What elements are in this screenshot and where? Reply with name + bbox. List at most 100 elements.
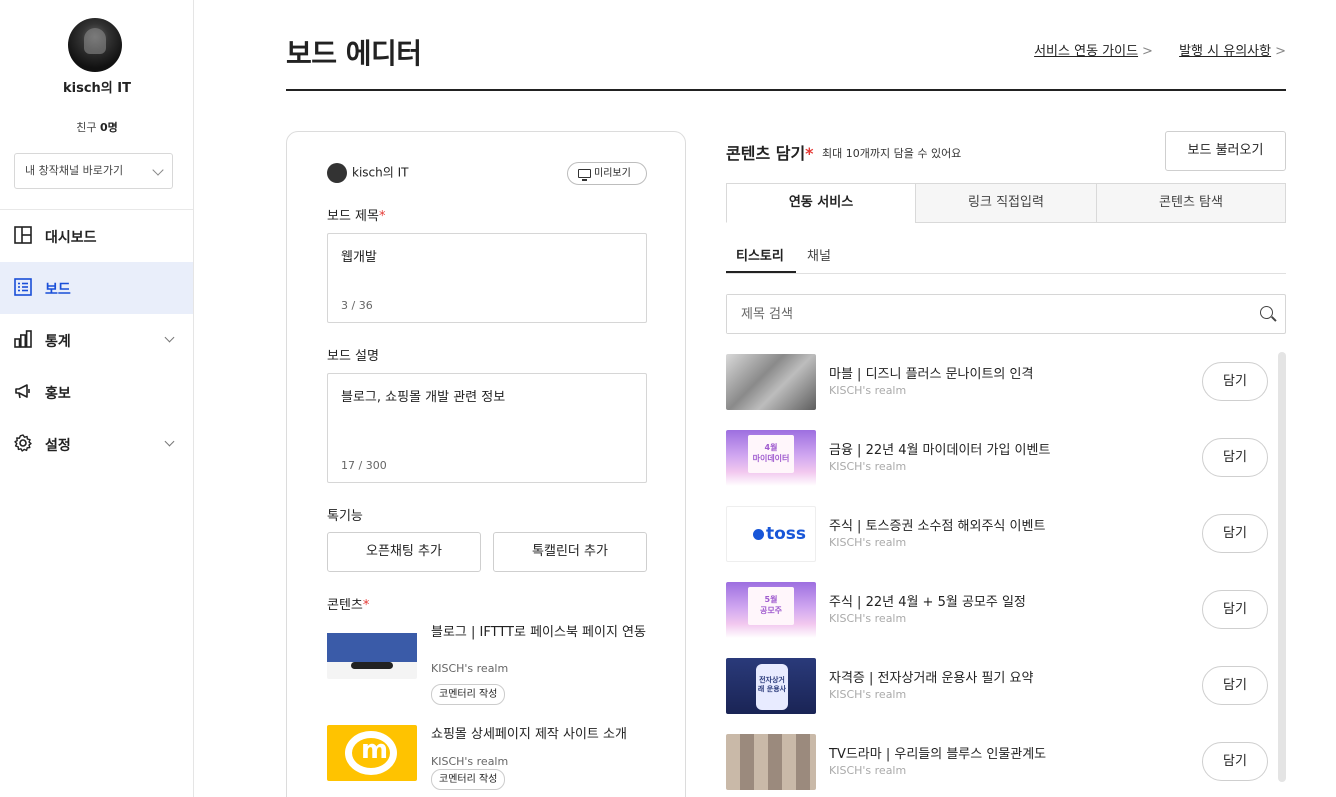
- source-tabs: 연동 서비스 링크 직접입력 콘텐츠 탐색: [726, 183, 1286, 223]
- board-content-item[interactable]: 쇼핑몰 상세페이지 제작 사이트 소개 KISCH's realm 코멘터리 작…: [327, 725, 647, 797]
- profile-nickname: kisch의 IT: [63, 81, 131, 96]
- list-scrollbar[interactable]: [1278, 352, 1286, 782]
- thumb-caption: 4월마이데이터: [748, 435, 794, 473]
- dashboard-icon: [14, 226, 32, 244]
- post-thumbnail: [726, 354, 816, 410]
- tab-direct-link[interactable]: 링크 직접입력: [915, 183, 1097, 223]
- post-thumbnail: 전자상거래 운용사: [726, 658, 816, 714]
- content-title: 쇼핑몰 상세페이지 제작 사이트 소개: [431, 727, 627, 742]
- board-title-label: 보드 제목*: [327, 205, 385, 224]
- profile-avatar[interactable]: [68, 18, 122, 72]
- gear-icon: [14, 434, 32, 452]
- sidebar-item-label: 보드: [45, 282, 71, 298]
- chevron-down-icon[interactable]: [164, 332, 175, 343]
- post-source: KISCH's realm: [829, 460, 907, 473]
- search-icon[interactable]: [1260, 306, 1273, 319]
- post-title: 금융 | 22년 4월 마이데이터 가입 이벤트: [829, 443, 1051, 458]
- owner-name: kisch의 IT: [352, 165, 409, 180]
- tab-linked-service[interactable]: 연동 서비스: [726, 183, 916, 223]
- post-title: TV드라마 | 우리들의 블루스 인물관계도: [829, 747, 1047, 762]
- add-content-button[interactable]: 담기: [1202, 438, 1268, 477]
- header-divider: [286, 89, 1286, 91]
- sidebar-item-label: 홍보: [45, 386, 71, 402]
- thumb-decoration: [351, 662, 393, 669]
- sidebar-item-settings[interactable]: 설정: [0, 418, 193, 470]
- write-commentary-tag[interactable]: 코멘터리 작성: [431, 769, 506, 790]
- app-root: kisch의 IT 친구 0명 내 창작채널 바로가기 대시보드 보드 통계 홍…: [0, 0, 1336, 797]
- thumb-caption-line: 공모주: [759, 606, 783, 615]
- contents-label: 콘텐츠*: [327, 594, 369, 613]
- board-title-counter: 3 / 36: [341, 299, 373, 312]
- publish-notice-link[interactable]: 발행 시 유의사항: [1179, 44, 1271, 59]
- content-title: 블로그 | IFTTT로 페이스북 페이지 연동: [431, 625, 646, 640]
- post-title: 주식 | 22년 4월 + 5월 공모주 일정: [829, 595, 1026, 610]
- chevron-right-icon: >: [1275, 44, 1286, 59]
- sidebar: kisch의 IT 친구 0명 내 창작채널 바로가기 대시보드 보드 통계 홍…: [0, 0, 194, 797]
- friends-count[interactable]: 친구 0명: [0, 119, 194, 135]
- search-input[interactable]: [727, 295, 1227, 333]
- contents-picker-title-text: 콘텐츠 담기: [726, 144, 806, 163]
- megaphone-icon: [15, 384, 30, 399]
- add-openchat-button[interactable]: 오픈채팅 추가: [327, 532, 481, 572]
- list-item: TV드라마 | 우리들의 블루스 인물관계도 KISCH's realm 담기: [726, 734, 1276, 790]
- subtab-active-indicator: [726, 271, 796, 273]
- post-thumbnail: 5월 공모주: [726, 582, 816, 638]
- board-desc-label: 보드 설명: [327, 349, 379, 364]
- add-content-button[interactable]: 담기: [1202, 590, 1268, 629]
- add-content-button[interactable]: 담기: [1202, 362, 1268, 401]
- list-item: 전자상거래 운용사 자격증 | 전자상거래 운용사 필기 요약 KISCH's …: [726, 658, 1276, 714]
- tab-content-explore[interactable]: 콘텐츠 탐색: [1096, 183, 1286, 223]
- toss-logo-text: toss: [766, 524, 807, 544]
- load-board-button[interactable]: 보드 불러오기: [1165, 131, 1286, 171]
- add-content-button[interactable]: 담기: [1202, 666, 1268, 705]
- contents-picker-subtitle: 최대 10개까지 담을 수 있어요: [822, 147, 962, 160]
- bar-chart-icon: [14, 330, 32, 348]
- content-thumbnail: [327, 623, 417, 679]
- subtab-channel[interactable]: 채널: [807, 245, 831, 264]
- sidebar-item-promotion[interactable]: 홍보: [0, 366, 193, 418]
- board-title-input[interactable]: 웹개발 3 / 36: [327, 233, 647, 323]
- post-source: KISCH's realm: [829, 612, 907, 625]
- add-content-button[interactable]: 담기: [1202, 742, 1268, 781]
- add-content-button[interactable]: 담기: [1202, 514, 1268, 553]
- add-talkcalendar-button[interactable]: 톡캘린더 추가: [493, 532, 647, 572]
- thumb-caption-line: 마이데이터: [752, 454, 790, 463]
- monitor-icon: [578, 169, 591, 181]
- chevron-down-icon[interactable]: [164, 436, 175, 447]
- post-title: 주식 | 토스증권 소수점 해외주식 이벤트: [829, 519, 1046, 534]
- title-search: [726, 294, 1286, 334]
- service-subtabs: 티스토리 채널: [726, 236, 1286, 274]
- service-guide-link[interactable]: 서비스 연동 가이드: [1034, 44, 1138, 59]
- write-commentary-tag[interactable]: 코멘터리 작성: [431, 684, 506, 705]
- owner-avatar: [327, 163, 347, 183]
- service-guide-label: 서비스 연동 가이드: [1034, 44, 1139, 59]
- list-item: 4월마이데이터 금융 | 22년 4월 마이데이터 가입 이벤트 KISCH's…: [726, 430, 1276, 486]
- friends-number: 0명: [99, 121, 118, 134]
- sidebar-item-stats[interactable]: 통계: [0, 314, 193, 366]
- post-title: 자격증 | 전자상거래 운용사 필기 요약: [829, 671, 1034, 686]
- sidebar-item-label: 대시보드: [45, 230, 97, 246]
- board-title-label-text: 보드 제목: [327, 209, 379, 224]
- contents-picker-title: 콘텐츠 담기*: [726, 140, 814, 164]
- preview-button[interactable]: 미리보기: [567, 162, 647, 185]
- board-content-item[interactable]: 블로그 | IFTTT로 페이스북 페이지 연동 KISCH's realm 코…: [327, 623, 647, 709]
- sidebar-item-board[interactable]: 보드: [0, 262, 193, 314]
- toss-dot-icon: [753, 529, 764, 540]
- subtab-tistory[interactable]: 티스토리: [736, 245, 784, 264]
- post-thumbnail: 4월마이데이터: [726, 430, 816, 486]
- board-editor-card: kisch의 IT 미리보기 보드 제목* 웹개발 3 / 36 보드 설명 블…: [286, 131, 686, 797]
- chevron-right-icon: >: [1142, 44, 1153, 59]
- channel-select[interactable]: 내 창작채널 바로가기: [14, 153, 173, 189]
- list-item: toss 주식 | 토스증권 소수점 해외주식 이벤트 KISCH's real…: [726, 506, 1276, 562]
- post-thumbnail: toss: [726, 506, 816, 562]
- thumb-caption-line: 4월: [764, 443, 778, 452]
- friends-label: 친구: [76, 121, 97, 134]
- thumb-caption: 5월 공모주: [748, 587, 794, 625]
- content-thumbnail: [327, 725, 417, 781]
- list-item: 5월 공모주 주식 | 22년 4월 + 5월 공모주 일정 KISCH's re…: [726, 582, 1276, 638]
- top-links: 서비스 연동 가이드 > 발행 시 유의사항 >: [1012, 40, 1286, 59]
- board-desc-input[interactable]: 블로그, 쇼핑몰 개발 관련 정보 17 / 300: [327, 373, 647, 483]
- sidebar-item-dashboard[interactable]: 대시보드: [0, 210, 193, 262]
- sidebar-item-label: 통계: [45, 334, 71, 350]
- required-mark: *: [362, 598, 370, 613]
